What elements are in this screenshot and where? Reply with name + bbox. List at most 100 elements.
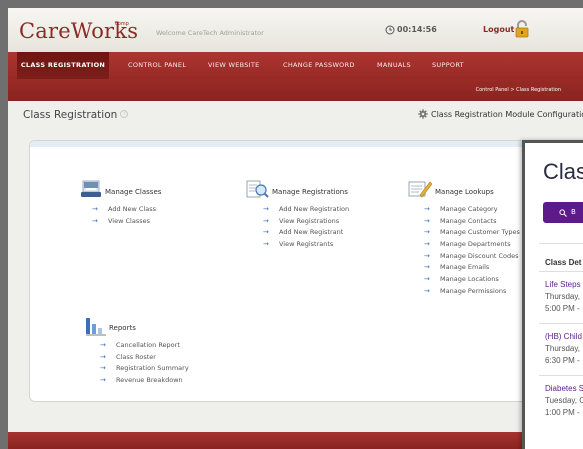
arrow-icon: → [424,240,430,249]
breadcrumb[interactable]: Control Panel > Class Registration [476,87,561,93]
class-day: Thursday, [545,292,580,301]
manage-lookups-title[interactable]: Manage Lookups [435,188,494,196]
screenshot-frame: CareWorks comp Welcome CareTech Administ… [0,0,583,449]
divider [539,271,583,272]
list-item[interactable]: → Revenue Breakdown [100,375,189,387]
logo-trademark: comp [115,21,129,27]
welcome-message: Welcome CareTech Administrator [156,29,264,37]
module-config-link[interactable]: Class Registration Module Configuration [418,109,583,119]
class-day: Tuesday, C [545,396,583,405]
arrow-icon: → [263,216,269,225]
manage-contacts-link[interactable]: Manage Contacts [440,217,497,225]
list-item[interactable]: → Add New Registration [263,204,349,216]
revenue-breakdown-link[interactable]: Revenue Breakdown [116,376,183,384]
main-nav: CLASS REGISTRATION CONTROL PANEL VIEW WE… [8,52,583,79]
class-day: Thursday, [545,344,580,353]
reports-icon [86,318,106,336]
tab-control-panel[interactable]: CONTROL PANEL [128,52,186,79]
lock-icon[interactable] [514,20,530,38]
add-new-class-link[interactable]: Add New Class [108,205,156,213]
class-time: 6:30 PM - [545,356,580,365]
session-timer: 00:14:56 [385,25,437,35]
reports-list: → Cancellation Report → Class Roster → Regi… [100,340,189,387]
arrow-icon: → [100,352,106,361]
search-icon [559,209,567,217]
registration-summary-link[interactable]: Registration Summary [116,364,189,372]
class-name[interactable]: Diabetes S [545,383,583,395]
tab-view-website[interactable]: VIEW WEBSITE [208,52,260,79]
list-item[interactable]: → Manage Contacts [424,216,520,228]
class-card[interactable]: Diabetes S Tuesday, C 1:00 PM - [545,383,583,419]
tab-manuals[interactable]: MANUALS [377,52,411,79]
add-new-registrant-link[interactable]: Add New Registrant [279,228,343,236]
manage-registrations-title[interactable]: Manage Registrations [272,188,348,196]
overlay-search-button[interactable]: B [543,202,583,223]
list-item[interactable]: → Add New Registrant [263,227,349,239]
cancellation-report-link[interactable]: Cancellation Report [116,341,180,349]
manage-classes-list: → Add New Class → View Classes [92,204,156,227]
list-item[interactable]: → Cancellation Report [100,340,189,352]
list-item[interactable]: → View Registrants [263,239,349,251]
manage-discount-codes-link[interactable]: Manage Discount Codes [440,252,519,260]
view-registrants-link[interactable]: View Registrants [279,240,333,248]
arrow-icon: → [424,228,430,237]
view-registrations-link[interactable]: View Registrations [279,217,339,225]
class-card[interactable]: Life Steps Thursday, 5:00 PM - [545,279,581,315]
panel-top-strip [30,141,548,147]
class-roster-link[interactable]: Class Roster [116,353,156,361]
list-item[interactable]: → Manage Discount Codes [424,251,520,263]
arrow-icon: → [424,263,430,272]
list-item[interactable]: → Manage Customer Types [424,227,520,239]
class-time: 5:00 PM - [545,304,580,313]
top-header: CareWorks comp Welcome CareTech Administ… [8,8,583,52]
list-item[interactable]: → Manage Category [424,204,520,216]
arrow-icon: → [424,205,430,213]
class-name[interactable]: Life Steps [545,279,581,291]
arrow-icon: → [424,216,430,225]
view-classes-link[interactable]: View Classes [108,217,150,225]
arrow-icon: → [100,376,106,385]
list-item[interactable]: → View Classes [92,216,156,228]
arrow-icon: → [92,216,98,225]
manage-category-link[interactable]: Manage Category [440,205,498,213]
class-overlay-panel: Class B Class Det Life Steps Thursday, 5… [522,140,583,449]
tab-change-password[interactable]: CHANGE PASSWORD [283,52,355,79]
arrow-icon: → [92,205,98,213]
logout-link[interactable]: Logout [483,25,514,34]
tab-class-registration[interactable]: CLASS REGISTRATION [17,52,109,79]
list-item[interactable]: → Class Roster [100,352,189,364]
list-item[interactable]: → Manage Emails [424,262,520,274]
tab-support[interactable]: SUPPORT [432,52,464,79]
manage-customer-types-link[interactable]: Manage Customer Types [440,228,520,236]
manage-permissions-link[interactable]: Manage Permissions [440,287,506,295]
class-details-heading: Class Det [545,258,582,267]
list-item[interactable]: → Manage Permissions [424,286,520,298]
manage-registrations-list: → Add New Registration → View Registration… [263,204,349,251]
class-time: 1:00 PM - [545,408,580,417]
manage-registrations-icon [246,180,269,198]
manage-locations-link[interactable]: Manage Locations [440,275,499,283]
arrow-icon: → [424,286,430,295]
manage-departments-link[interactable]: Manage Departments [440,240,511,248]
arrow-icon: → [100,364,106,373]
list-item[interactable]: → Registration Summary [100,363,189,375]
overlay-button-label: B [571,208,576,216]
class-card[interactable]: (HB) Child Thursday, 6:30 PM - [545,331,582,367]
list-item[interactable]: → Add New Class [92,204,156,216]
help-icon[interactable]: ? [120,110,129,118]
list-item[interactable]: → Manage Locations [424,274,520,286]
arrow-icon: → [424,275,430,284]
arrow-icon: → [424,251,430,260]
manage-classes-title[interactable]: Manage Classes [105,188,161,196]
class-name[interactable]: (HB) Child [545,331,582,343]
list-item[interactable]: → Manage Departments [424,239,520,251]
manage-emails-link[interactable]: Manage Emails [440,263,489,271]
list-item[interactable]: → View Registrations [263,216,349,228]
app-window: CareWorks comp Welcome CareTech Administ… [8,8,583,449]
footer-bar [8,432,583,449]
arrow-icon: → [263,240,269,249]
add-new-registration-link[interactable]: Add New Registration [279,205,349,213]
divider [539,375,583,376]
reports-title[interactable]: Reports [109,324,136,332]
arrow-icon: → [100,341,106,349]
